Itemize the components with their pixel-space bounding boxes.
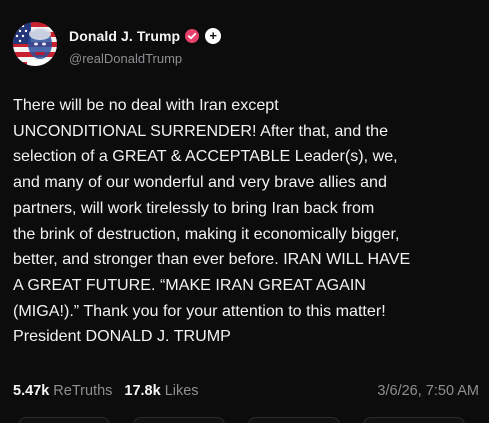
retruths-count: 5.47k [13, 383, 50, 399]
avatar-image [13, 22, 57, 66]
author-name-row: Donald J. Trump + [69, 27, 222, 45]
post-header: Donald J. Trump + @realDonaldTrump [13, 22, 222, 72]
avatar[interactable] [13, 22, 57, 66]
post-card: Donald J. Trump + @realDonaldTrump There… [0, 0, 489, 423]
verified-badge-icon [185, 29, 200, 43]
post-timestamp[interactable]: 3/6/26, 7:50 AM [377, 383, 479, 399]
follow-button[interactable]: + [205, 28, 222, 44]
retruth-button[interactable] [133, 417, 225, 423]
post-stats: 5.47k ReTruths 17.8k Likes 3/6/26, 7:50 … [13, 383, 479, 399]
action-bar [0, 414, 489, 423]
retruths-stat[interactable]: 5.47k ReTruths [13, 383, 112, 399]
share-button[interactable] [363, 417, 465, 423]
plus-icon: + [209, 28, 217, 43]
likes-count: 17.8k [124, 383, 161, 399]
retruths-label: ReTruths [53, 383, 113, 399]
author-handle[interactable]: @realDonaldTrump [69, 51, 221, 66]
likes-stat[interactable]: 17.8k Likes [124, 383, 198, 399]
post-text: There will be no deal with Iran except U… [13, 96, 411, 346]
author-display-name[interactable]: Donald J. Trump [69, 28, 180, 44]
reply-button[interactable] [18, 417, 110, 423]
like-button[interactable] [248, 417, 340, 423]
likes-label: Likes [164, 383, 199, 399]
author-identity: Donald J. Trump + @realDonaldTrump [69, 27, 222, 66]
